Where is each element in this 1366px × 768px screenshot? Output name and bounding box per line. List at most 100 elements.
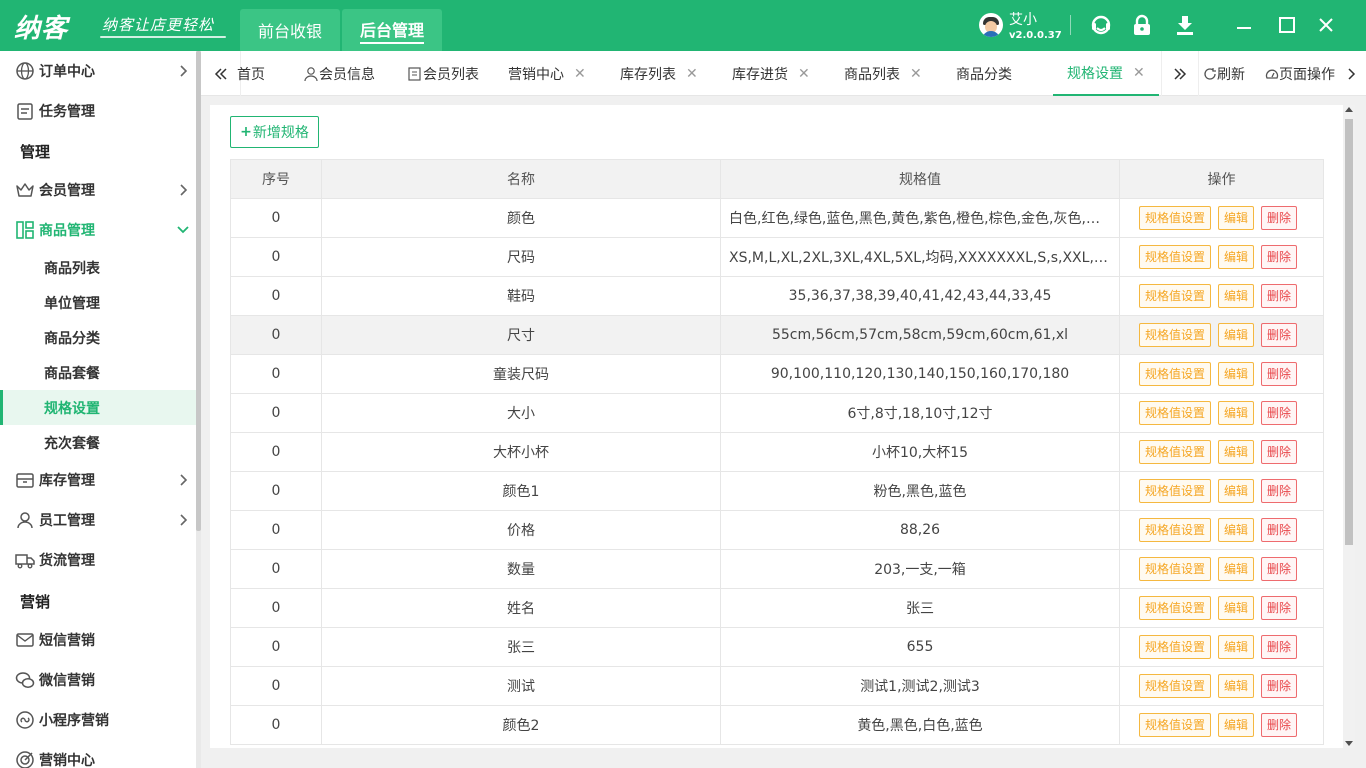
spec-values-button[interactable]: 规格值设置	[1139, 323, 1212, 347]
cell-index: 0	[230, 510, 322, 550]
sidebar-subitem-spec-settings[interactable]: 规格设置	[0, 390, 196, 425]
delete-button[interactable]: 删除	[1261, 401, 1298, 425]
top-tab-cashier[interactable]: 前台收银	[240, 9, 340, 51]
headset-icon[interactable]	[1090, 14, 1112, 36]
delete-button[interactable]: 删除	[1261, 440, 1298, 464]
sidebar-scrollbar[interactable]	[196, 51, 201, 768]
sidebar-item-sms[interactable]: 短信营销	[0, 620, 196, 660]
spec-values-button[interactable]: 规格值设置	[1139, 674, 1212, 698]
tab-scroll-right-button[interactable]	[1161, 51, 1199, 96]
refresh-button[interactable]: 刷新	[1203, 51, 1245, 96]
lock-icon[interactable]	[1131, 14, 1153, 36]
spec-values-button[interactable]: 规格值设置	[1139, 596, 1212, 620]
delete-button[interactable]: 删除	[1261, 713, 1298, 737]
tab-spec-settings[interactable]: 规格设置 ✕	[1053, 51, 1159, 96]
tab-goods-category[interactable]: 商品分类	[956, 51, 1012, 96]
add-spec-button[interactable]: + 新增规格	[230, 116, 319, 148]
sidebar-subitem-recharge-packages[interactable]: 充次套餐	[0, 425, 196, 460]
tab-inventory-list[interactable]: 库存列表 ✕	[620, 51, 698, 96]
sidebar-section-manage: 管理	[20, 143, 51, 161]
spec-values-button[interactable]: 规格值设置	[1139, 284, 1212, 308]
spec-values-button[interactable]: 规格值设置	[1139, 713, 1212, 737]
delete-button[interactable]: 删除	[1261, 284, 1298, 308]
sidebar-subitem-categories[interactable]: 商品分类	[0, 320, 196, 355]
chevron-right-icon[interactable]	[1346, 67, 1358, 81]
edit-button[interactable]: 编辑	[1218, 284, 1255, 308]
tab-close-icon[interactable]: ✕	[798, 66, 810, 82]
content-scrollbar[interactable]	[1343, 105, 1355, 748]
maximize-icon[interactable]	[1276, 14, 1298, 36]
edit-button[interactable]: 编辑	[1218, 713, 1255, 737]
sidebar-item-marketing-center[interactable]: 营销中心	[0, 740, 196, 768]
sidebar-item-tasks[interactable]: 任务管理	[0, 91, 196, 131]
edit-button[interactable]: 编辑	[1218, 323, 1255, 347]
tab-close-icon[interactable]: ✕	[686, 66, 698, 82]
spec-values-button[interactable]: 规格值设置	[1139, 245, 1212, 269]
delete-button[interactable]: 删除	[1261, 518, 1298, 542]
tab-inventory-purchase[interactable]: 库存进货 ✕	[732, 51, 810, 96]
scroll-thumb[interactable]	[1345, 119, 1353, 545]
edit-button[interactable]: 编辑	[1218, 401, 1255, 425]
minimize-icon[interactable]	[1233, 14, 1255, 36]
edit-button[interactable]: 编辑	[1218, 635, 1255, 659]
delete-button[interactable]: 删除	[1261, 245, 1298, 269]
tab-scroll-left-button[interactable]	[201, 51, 241, 96]
sidebar-item-members[interactable]: 会员管理	[0, 170, 196, 210]
delete-button[interactable]: 删除	[1261, 557, 1298, 581]
edit-button[interactable]: 编辑	[1218, 596, 1255, 620]
sidebar-item-miniprogram[interactable]: 小程序营销	[0, 700, 196, 740]
tab-goods-list[interactable]: 商品列表 ✕	[844, 51, 922, 96]
tab-close-icon[interactable]: ✕	[1133, 65, 1145, 81]
tab-close-icon[interactable]: ✕	[910, 66, 922, 82]
top-tab-admin[interactable]: 后台管理	[342, 9, 442, 51]
sidebar-item-logistics[interactable]: 货流管理	[0, 540, 196, 580]
sidebar-subitem-goods-list[interactable]: 商品列表	[0, 250, 196, 285]
spec-values-button[interactable]: 规格值设置	[1139, 206, 1212, 230]
edit-button[interactable]: 编辑	[1218, 245, 1255, 269]
edit-button[interactable]: 编辑	[1218, 362, 1255, 386]
page-operations-button[interactable]: 页面操作	[1265, 51, 1335, 96]
delete-button[interactable]: 删除	[1261, 479, 1298, 503]
chevron-right-icon	[180, 65, 188, 77]
sidebar-subitem-packages[interactable]: 商品套餐	[0, 355, 196, 390]
scroll-up-icon[interactable]	[1345, 107, 1353, 112]
sidebar-item-wechat[interactable]: 微信营销	[0, 660, 196, 700]
avatar[interactable]	[979, 13, 1003, 37]
close-icon[interactable]	[1315, 14, 1337, 36]
sidebar-subitem-units[interactable]: 单位管理	[0, 285, 196, 320]
edit-button[interactable]: 编辑	[1218, 440, 1255, 464]
user-name[interactable]: 艾小	[1009, 9, 1037, 29]
spec-values-button[interactable]: 规格值设置	[1139, 518, 1212, 542]
sidebar-item-orders[interactable]: 订单中心	[0, 51, 196, 91]
delete-button[interactable]: 删除	[1261, 635, 1298, 659]
spec-values-button[interactable]: 规格值设置	[1139, 479, 1212, 503]
spec-values-button[interactable]: 规格值设置	[1139, 401, 1212, 425]
spec-values-button[interactable]: 规格值设置	[1139, 362, 1212, 386]
tab-marketing-center[interactable]: 营销中心 ✕	[508, 51, 586, 96]
cell-actions: 规格值设置 编辑 删除	[1119, 276, 1324, 316]
sidebar-item-goods[interactable]: 商品管理	[0, 210, 196, 250]
spec-values-button[interactable]: 规格值设置	[1139, 635, 1212, 659]
download-icon[interactable]	[1174, 14, 1196, 36]
main-content: + 新增规格 序号 名称 规格值 操作 0 颜色 白色,红色,绿色,蓝色,黑色,黄色,…	[210, 105, 1343, 748]
delete-button[interactable]: 删除	[1261, 362, 1298, 386]
edit-button[interactable]: 编辑	[1218, 479, 1255, 503]
delete-button[interactable]: 删除	[1261, 323, 1298, 347]
spec-values-button[interactable]: 规格值设置	[1139, 557, 1212, 581]
spec-values-button[interactable]: 规格值设置	[1139, 440, 1212, 464]
tab-member-list[interactable]: 会员列表	[407, 51, 479, 96]
edit-button[interactable]: 编辑	[1218, 674, 1255, 698]
delete-button[interactable]: 删除	[1261, 206, 1298, 230]
edit-button[interactable]: 编辑	[1218, 557, 1255, 581]
tab-close-icon[interactable]: ✕	[574, 66, 586, 82]
sidebar-item-staff[interactable]: 员工管理	[0, 500, 196, 540]
sidebar-item-inventory[interactable]: 库存管理	[0, 460, 196, 500]
edit-button[interactable]: 编辑	[1218, 518, 1255, 542]
edit-button[interactable]: 编辑	[1218, 206, 1255, 230]
tab-member-info[interactable]: 会员信息	[303, 51, 375, 96]
delete-button[interactable]: 删除	[1261, 596, 1298, 620]
tab-home[interactable]: 首页	[237, 51, 265, 96]
scroll-down-icon[interactable]	[1345, 741, 1353, 746]
delete-button[interactable]: 删除	[1261, 674, 1298, 698]
col-header-index: 序号	[230, 159, 322, 199]
